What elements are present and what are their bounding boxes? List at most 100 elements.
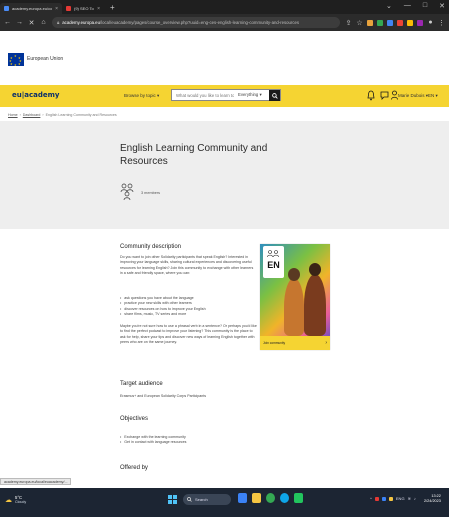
chevron-up-icon[interactable]: ^ [370, 496, 372, 501]
extensions-area: ⇪ ☆ ● ⋮ [345, 19, 445, 27]
offered-by-heading: Offered by [120, 465, 148, 471]
target-audience-text: Erasmus+ and European Solidarity Corps P… [120, 394, 206, 398]
new-tab-button[interactable]: + [110, 3, 115, 12]
profile-icon[interactable]: ● [427, 19, 434, 26]
join-community-label: Join community [263, 341, 286, 345]
objectives-list: Exchange with the learning community Get… [120, 435, 250, 446]
start-button[interactable] [168, 495, 177, 504]
weather-widget[interactable]: ☁︎ 5°C Cloudy [5, 495, 26, 504]
language-selector[interactable]: EN ▾ [428, 93, 438, 99]
community-description-heading: Community description [120, 244, 182, 250]
extension-icon[interactable] [397, 19, 403, 26]
search-input[interactable] [172, 90, 234, 100]
extension-icon[interactable] [377, 19, 383, 26]
breadcrumb: Home › Dashboard › English Learning Communit… [8, 113, 117, 117]
user-menu[interactable]: Marie Dubois ▾ [398, 93, 428, 99]
minimize-button[interactable]: — [404, 2, 411, 10]
tray-app-icon[interactable] [381, 496, 386, 501]
search-button[interactable] [269, 90, 280, 101]
objectives-heading: Objectives [120, 416, 149, 422]
extension-icon[interactable] [417, 19, 423, 26]
task-view-icon[interactable] [238, 493, 247, 503]
breadcrumb-dashboard[interactable]: Dashboard [23, 113, 41, 117]
menu-icon[interactable]: ⋮ [438, 19, 445, 27]
breadcrumb-home[interactable]: Home [8, 113, 18, 117]
community-card[interactable]: EN Join community › [260, 244, 330, 350]
community-activities-list: ask questions you have about the languag… [120, 296, 250, 318]
person-illustration [284, 278, 304, 336]
tab-search-icon[interactable]: ⌄ [386, 2, 392, 10]
extension-icon[interactable] [367, 19, 373, 26]
tab-favicon-icon [4, 6, 9, 11]
maximize-button[interactable]: □ [423, 2, 427, 10]
search-icon [187, 497, 192, 502]
browser-tab[interactable]: (9) SEO Tools × [62, 3, 104, 14]
user-icon[interactable] [391, 90, 398, 100]
back-icon[interactable]: ← [4, 19, 11, 26]
eu-academy-logo[interactable]: eu|academy [12, 91, 60, 99]
share-icon[interactable]: ⇪ [345, 19, 352, 27]
home-icon[interactable]: ⌂ [40, 19, 47, 26]
chrome-icon[interactable] [266, 493, 275, 503]
wifi-icon[interactable]: ≋ [408, 496, 411, 501]
lock-icon: 🔒︎ [57, 20, 60, 25]
link-status-bar: academy.europa.eu/local/euacademy/... [0, 478, 72, 485]
bell-icon[interactable] [367, 90, 375, 101]
language-badge: EN [263, 246, 284, 278]
members-icon [120, 183, 134, 201]
extension-icon[interactable] [407, 19, 413, 26]
taskbar-clock[interactable]: 13:22 2/24/2023 [424, 494, 441, 504]
browser-tab-active[interactable]: academy.europa.eu/courses/... × [0, 3, 62, 14]
list-item: Get in contact with language resources [120, 440, 250, 445]
clock-date: 2/24/2023 [424, 499, 441, 503]
members-count: 3 members [141, 191, 160, 195]
person-head [288, 268, 300, 281]
bookmark-star-icon[interactable]: ☆ [356, 19, 363, 27]
list-item: share films, music, TV series and more [120, 312, 250, 317]
tray-app-icon[interactable] [388, 496, 393, 501]
person-head [309, 263, 321, 276]
extension-icon[interactable] [387, 19, 393, 26]
language-code: EN [267, 260, 280, 270]
eu-label: European Union [27, 56, 64, 62]
speech-people-icon [267, 250, 279, 258]
community-description-text: Do you want to join other Solidarity par… [120, 255, 254, 276]
store-icon[interactable] [294, 493, 303, 503]
taskbar-search-label: Search [195, 497, 208, 502]
tray-app-icon[interactable] [374, 496, 379, 501]
community-card-image: EN [260, 244, 330, 336]
window-controls: ⌄ — □ ✕ [386, 2, 445, 10]
chat-icon[interactable] [380, 90, 389, 100]
community-more-text: Maybe you're not sure how to use a phras… [120, 324, 257, 345]
browser-toolbar: ← → ✕ ⌂ 🔒︎ academy.europa.eu /local/euac… [0, 14, 449, 31]
forward-icon[interactable]: → [16, 19, 23, 26]
tab-close-icon[interactable]: × [97, 6, 100, 12]
language-indicator[interactable]: ENG [396, 496, 405, 501]
volume-icon[interactable]: ♪ [414, 496, 416, 501]
browser-tab-bar: academy.europa.eu/courses/... × (9) SEO … [0, 0, 449, 14]
edge-icon[interactable] [280, 493, 289, 503]
taskbar-apps [238, 493, 303, 503]
join-community-button[interactable]: Join community › [260, 336, 330, 350]
tab-label: academy.europa.eu/courses/... [12, 6, 52, 11]
community-hero [0, 121, 449, 229]
reload-icon[interactable]: ✕ [28, 19, 35, 27]
system-tray: ^ ENG ≋ ♪ [370, 496, 416, 501]
search-scope-dropdown[interactable]: Everything ▾ [238, 92, 262, 98]
browse-by-topic-dropdown[interactable]: Browse by topic ▾ [124, 93, 159, 99]
file-explorer-icon[interactable] [252, 493, 261, 503]
tab-close-icon[interactable]: × [55, 6, 58, 12]
nav-icon-group [391, 90, 398, 100]
close-window-button[interactable]: ✕ [439, 2, 445, 10]
search-bar: Everything ▾ [171, 89, 281, 101]
weather-icon: ☁︎ [5, 496, 12, 504]
taskbar-search[interactable]: Search [183, 494, 231, 505]
tab-favicon-icon [66, 6, 71, 11]
search-icon [271, 92, 278, 99]
weather-condition: Cloudy [15, 500, 27, 504]
target-audience-heading: Target audience [120, 381, 163, 387]
tab-label: (9) SEO Tools [74, 6, 94, 11]
breadcrumb-current: English Learning Community and Resources [45, 113, 117, 117]
nav-icon-group [367, 90, 375, 101]
address-bar[interactable]: 🔒︎ academy.europa.eu /local/euacademy/pa… [52, 17, 340, 28]
